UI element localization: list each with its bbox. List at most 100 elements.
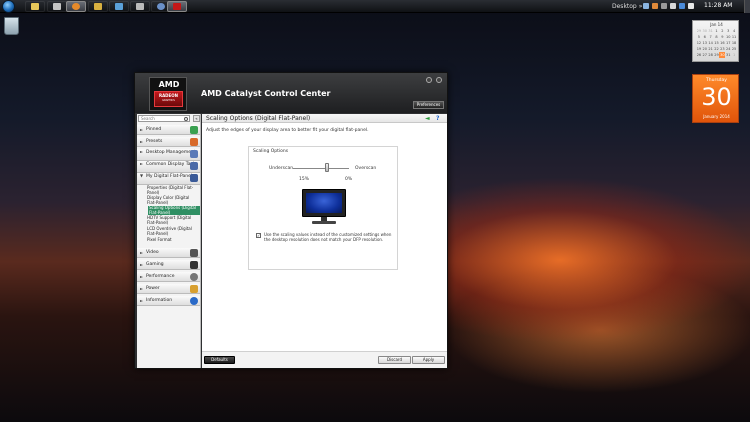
sidebar-subitem-display-color[interactable]: Display Color (Digital Flat-Panel) (147, 195, 199, 205)
use-scaling-values-checkbox[interactable]: ✓ (256, 233, 261, 238)
app-icon (53, 3, 61, 10)
network-icon[interactable] (670, 3, 676, 9)
close-button[interactable] (436, 77, 442, 83)
radeon-badge-sub: GRAPHICS (162, 99, 175, 102)
sidebar-item-my-digital-flat-panels[interactable]: ▼ My Digital Flat-Panels (137, 173, 200, 185)
sidebar-item-pinned[interactable]: ► Pinned (137, 125, 200, 135)
recycle-bin-icon[interactable] (4, 17, 19, 35)
page-title-bar: Scaling Options (Digital Flat-Panel) ◄ ? (202, 114, 447, 123)
sidebar-item-label: Power (146, 286, 160, 291)
button-bar: Defaults Discard Apply (202, 351, 447, 368)
desktop-toolbar[interactable]: Desktop» (612, 2, 642, 11)
taskbar-app-button[interactable] (109, 1, 129, 12)
discard-button[interactable]: Discard (378, 356, 411, 364)
sidebar-subitem-scaling-options[interactable]: Scaling Options (Digital Flat-Panel) (148, 205, 200, 215)
sidebar-item-label: Performance (146, 274, 175, 279)
back-arrow-icon[interactable]: ◄ (425, 115, 430, 122)
taskbar-catalyst-button[interactable] (167, 1, 187, 12)
gaming-icon (190, 261, 198, 269)
radeon-badge: RADEON GRAPHICS (154, 91, 183, 107)
sidebar-item-video[interactable]: ► Video (137, 248, 200, 258)
underscan-value: 15% (299, 177, 310, 182)
tray-icon[interactable] (652, 3, 658, 9)
sidebar-item-power[interactable]: ► Power (137, 284, 200, 294)
sidebar-item-label: My Digital Flat-Panels (146, 174, 195, 179)
taskbar-explorer-button[interactable] (25, 1, 45, 12)
pin-icon (190, 126, 198, 134)
taskbar-app-button[interactable] (88, 1, 108, 12)
monitor-screen (306, 193, 342, 213)
apply-button[interactable]: Apply (412, 356, 445, 364)
calendar-month-year: January 2014 (703, 114, 730, 119)
search-input[interactable]: Search (138, 115, 190, 122)
sidebar-item-desktop-management[interactable]: ► Desktop Management (137, 149, 200, 161)
defaults-button[interactable]: Defaults (204, 356, 235, 364)
scaling-slider-thumb[interactable] (325, 163, 329, 172)
sidebar-item-label: Presets (146, 139, 163, 144)
chevron-right-icon: ► (140, 250, 144, 255)
sidebar: Search « ► Pinned ► Presets ► Desktop Manag… (137, 114, 201, 368)
sidebar-item-presets[interactable]: ► Presets (137, 137, 200, 147)
overscan-label: Overscan (355, 166, 377, 171)
amd-logo: AMD RADEON GRAPHICS (149, 77, 187, 111)
use-scaling-values-label: Use the scaling values instead of the cu… (264, 232, 392, 242)
taskbar-app-button[interactable] (47, 1, 67, 12)
sidebar-item-label: Desktop Management (146, 150, 196, 155)
calendar-gadget-month: Jan 14 29 30 31 1 2 3 4 5 6 7 8 9 10 11 12 13 14 15 16 17 18… (692, 20, 739, 62)
amd-icon (173, 3, 181, 10)
flat-panel-icon (190, 174, 198, 182)
panel-title: Scaling Options (253, 149, 289, 154)
app-icon (94, 3, 102, 10)
performance-icon (190, 273, 198, 281)
content-pane: Scaling Options (Digital Flat-Panel) ◄ ?… (202, 114, 447, 368)
calendar-day-cell[interactable]: 1 (731, 52, 737, 58)
sidebar-item-label: Video (146, 250, 159, 255)
app-icon (115, 3, 123, 10)
sidebar-item-information[interactable]: ► Information (137, 296, 200, 306)
minimize-button[interactable] (426, 77, 432, 83)
calendar-month-header: Jan 14 (710, 22, 723, 27)
chevron-right-icon: ► (140, 262, 144, 267)
sidebar-item-label: Information (146, 298, 173, 303)
chevron-right-icon: ► (140, 139, 144, 144)
sidebar-item-label: Pinned (146, 127, 162, 132)
display-icon (190, 162, 198, 170)
chevron-right-icon: ► (140, 127, 144, 132)
app-icon (136, 3, 144, 10)
preferences-button[interactable]: Preferences (413, 101, 444, 109)
chevron-right-icon: ► (140, 298, 144, 303)
desktop-icon (190, 150, 198, 158)
sidebar-item-gaming[interactable]: ► Gaming (137, 260, 200, 270)
chevron-right-icon: ► (140, 286, 144, 291)
tray-icon[interactable] (661, 3, 667, 9)
sidebar-subitem-pixel-format[interactable]: Pixel Format (147, 237, 199, 243)
presets-icon (190, 138, 198, 146)
collapse-sidebar-button[interactable]: « (193, 115, 200, 122)
sidebar-item-performance[interactable]: ► Performance (137, 272, 200, 282)
sidebar-item-label: Gaming (146, 262, 164, 267)
sidebar-item-common-display-tasks[interactable]: ► Common Display Tasks (137, 161, 200, 173)
help-icon[interactable]: ? (436, 115, 439, 122)
power-icon (190, 285, 198, 293)
tray-icon[interactable] (679, 3, 685, 9)
window-header: AMD RADEON GRAPHICS AMD Catalyst Control … (135, 73, 447, 113)
volume-icon[interactable] (688, 3, 694, 9)
show-desktop-button[interactable] (744, 0, 750, 13)
sidebar-subitem-properties[interactable]: Properties (Digital Flat-Panel) (147, 185, 199, 195)
sidebar-subitem-lcd-overdrive[interactable]: LCD Overdrive (Digital Flat-Panel) (147, 226, 199, 236)
taskbar-browser-button[interactable] (66, 1, 86, 12)
scaling-slider-track[interactable] (293, 168, 349, 169)
start-button[interactable] (2, 0, 15, 13)
tray-icon[interactable] (643, 3, 649, 9)
taskbar-app-button[interactable] (130, 1, 150, 12)
underscan-label: Underscan (269, 166, 294, 171)
app-icon (157, 3, 165, 10)
calendar-gadget-day: Thursday 30 January 2014 (692, 74, 739, 123)
chevron-right-icon: ► (140, 161, 144, 166)
overscan-value: 0% (345, 177, 353, 182)
clock[interactable]: 11:28 AM (704, 2, 732, 9)
video-icon (190, 249, 198, 257)
browser-icon (72, 3, 80, 10)
sidebar-subitem-hdtv-support[interactable]: HDTV Support (Digital Flat-Panel) (147, 215, 199, 225)
search-icon[interactable] (184, 117, 188, 121)
